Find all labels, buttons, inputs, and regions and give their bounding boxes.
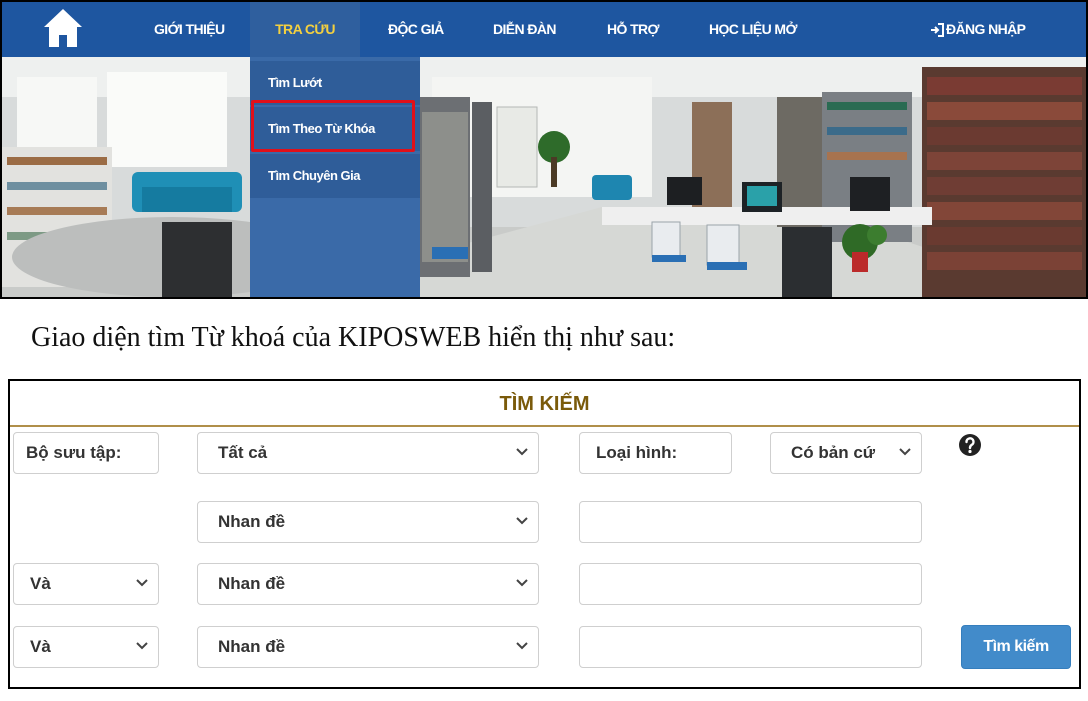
chevron-down-icon: [516, 517, 528, 525]
operator-select-2[interactable]: Và: [13, 563, 159, 605]
field-value: Nhan đề: [218, 637, 286, 656]
field-value: Nhan đề: [218, 574, 286, 593]
caption-text: Giao diện tìm Từ khoá của KIPOSWEB hiển …: [31, 322, 676, 353]
login-link[interactable]: ĐĂNG NHẬP: [930, 2, 1026, 57]
nav-item-doc-gia[interactable]: ĐỘC GIẢ: [388, 2, 444, 57]
field-value: Nhan đề: [218, 512, 286, 531]
collection-select[interactable]: Tất cả: [197, 432, 539, 474]
library-banner-image: [2, 57, 1086, 297]
chevron-down-icon: [516, 448, 528, 456]
chevron-down-icon: [899, 448, 911, 456]
nav-item-tra-cuu[interactable]: TRA CỨU: [250, 2, 360, 57]
login-icon: [931, 23, 944, 38]
login-label: ĐĂNG NHẬP: [946, 21, 1026, 37]
search-form-screenshot: TÌM KIẾM Bộ sưu tập: Tất cả Loại hình: C…: [8, 379, 1081, 689]
operator-value: Và: [30, 637, 51, 656]
home-icon[interactable]: [42, 6, 84, 50]
search-button[interactable]: Tìm kiếm: [961, 625, 1071, 669]
collection-value: Tất cả: [218, 443, 268, 462]
field-select-2[interactable]: Nhan đề: [197, 563, 539, 605]
type-select[interactable]: Có bản cứ: [770, 432, 922, 474]
chevron-down-icon: [516, 579, 528, 587]
field-select-3[interactable]: Nhan đề: [197, 626, 539, 668]
chevron-down-icon: [516, 642, 528, 650]
keyword-input-2[interactable]: [579, 563, 922, 605]
tra-cuu-dropdown-menu: Tìm Lướt Tìm Theo Từ Khóa Tìm Chuyên Gia: [250, 57, 420, 297]
collection-label: Bộ sưu tập:: [13, 432, 159, 474]
help-icon[interactable]: [958, 433, 982, 457]
menu-item-tim-chuyen-gia[interactable]: Tìm Chuyên Gia: [250, 154, 420, 198]
keyword-input-3[interactable]: [579, 626, 922, 668]
form-title: TÌM KIẾM: [10, 381, 1079, 427]
type-value: Có bản cứ: [791, 443, 876, 462]
nav-item-dien-dan[interactable]: DIỄN ĐÀN: [493, 2, 556, 57]
nav-item-hoc-lieu-mo[interactable]: HỌC LIỆU MỞ: [709, 2, 797, 57]
chevron-down-icon: [136, 579, 148, 587]
highlight-box: [251, 100, 415, 152]
top-navbar: GIỚI THIỆU TRA CỨU ĐỘC GIẢ DIỄN ĐÀN HỖ T…: [2, 2, 1086, 57]
type-label: Loại hình:: [579, 432, 732, 474]
operator-value: Và: [30, 574, 51, 593]
keyword-input-1[interactable]: [579, 501, 922, 543]
chevron-down-icon: [136, 642, 148, 650]
field-select-1[interactable]: Nhan đề: [197, 501, 539, 543]
nav-item-ho-tro[interactable]: HỖ TRỢ: [607, 2, 660, 57]
nav-item-gioi-thieu[interactable]: GIỚI THIỆU: [154, 2, 225, 57]
operator-select-3[interactable]: Và: [13, 626, 159, 668]
portal-screenshot: GIỚI THIỆU TRA CỨU ĐỘC GIẢ DIỄN ĐÀN HỖ T…: [0, 0, 1088, 299]
menu-item-tim-luot[interactable]: Tìm Lướt: [250, 61, 420, 105]
